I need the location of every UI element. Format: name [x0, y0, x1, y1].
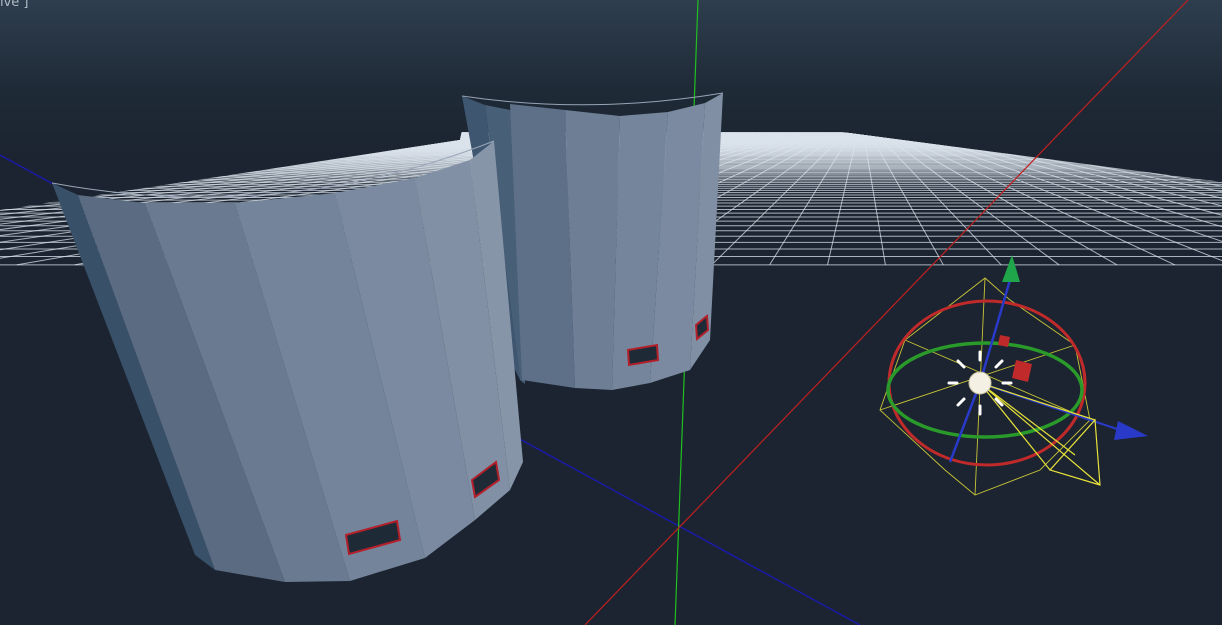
grid-line — [1198, 132, 1222, 266]
viewport-view-label: ive ] — [0, 0, 29, 10]
grid-line — [984, 132, 1222, 266]
grid-line — [1059, 132, 1222, 266]
grid-line — [1088, 132, 1222, 266]
grid-line — [1105, 132, 1222, 266]
grid-line — [1007, 132, 1222, 266]
move-y-arrow[interactable] — [1002, 255, 1020, 282]
grid-line — [1082, 132, 1222, 266]
move-x-arrow[interactable] — [1012, 360, 1032, 382]
plane-handle[interactable] — [998, 335, 1010, 347]
grid-line — [1180, 132, 1222, 266]
grid-line — [1001, 132, 1222, 266]
grid-line — [1053, 132, 1222, 266]
grid-line — [1065, 132, 1222, 266]
grid-line — [1204, 132, 1222, 266]
grid-line — [990, 132, 1222, 266]
light-bulb-icon[interactable] — [947, 350, 1013, 416]
grid-line — [1215, 132, 1222, 266]
grid-line — [1169, 132, 1222, 266]
grid-line — [1094, 132, 1222, 266]
grid-line — [1123, 132, 1222, 266]
grid-line — [1071, 132, 1222, 266]
grid-line — [1192, 132, 1222, 266]
gizmo-axis-z — [948, 382, 982, 463]
grid-line — [1209, 132, 1222, 266]
grid-line — [978, 132, 1222, 266]
grid-line — [1157, 132, 1222, 266]
grid-line — [1134, 132, 1222, 266]
move-z-arrow[interactable] — [1114, 421, 1148, 440]
3d-viewport[interactable]: ive ] — [0, 0, 1222, 625]
grid-line — [1129, 132, 1222, 266]
grid-line — [1140, 132, 1222, 266]
grid-line — [996, 132, 1222, 266]
grid-line — [1013, 132, 1222, 266]
scene-canvas[interactable] — [0, 0, 1222, 625]
light-transform-gizmo[interactable] — [879, 255, 1148, 496]
curved-wall-front[interactable] — [51, 140, 523, 582]
grid-line — [1048, 132, 1222, 266]
grid-line — [1146, 132, 1222, 266]
